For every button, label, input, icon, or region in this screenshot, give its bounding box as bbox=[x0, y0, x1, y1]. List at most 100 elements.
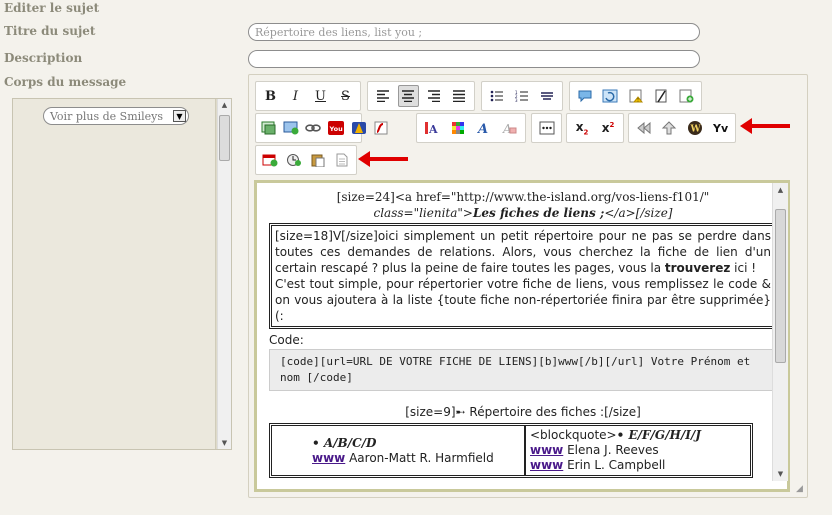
add-page-icon[interactable] bbox=[676, 85, 697, 107]
toolbar-formatting: A A A bbox=[416, 113, 526, 143]
code-block: [code][url=URL DE VOTRE FICHE DE LIENS][… bbox=[269, 349, 777, 391]
insert-image-icon[interactable] bbox=[260, 117, 278, 139]
more-options-icon[interactable] bbox=[536, 117, 557, 139]
toolbar-more bbox=[531, 113, 562, 143]
rewind-icon[interactable] bbox=[633, 117, 655, 139]
toolbar-text-style: B I U S bbox=[255, 81, 361, 111]
youtube-icon[interactable]: You bbox=[326, 117, 346, 139]
upload-image-icon[interactable] bbox=[282, 117, 300, 139]
title-code-a: [size=24]<a href="http://www.the-island.… bbox=[336, 190, 710, 204]
directory-separator: [size=9]➸ Répertoire des fiches :[/size] bbox=[405, 405, 641, 419]
font-tool-icon[interactable]: Yv bbox=[710, 117, 732, 139]
paste-icon[interactable] bbox=[308, 149, 328, 171]
superscript-button[interactable]: x2 bbox=[597, 117, 619, 139]
intro-text-2: ici ! bbox=[730, 261, 757, 275]
scroll-up-icon[interactable]: ▲ bbox=[773, 183, 788, 197]
svg-text:You: You bbox=[329, 125, 344, 133]
message-body-label: Corps du message bbox=[4, 75, 127, 89]
title-code-class: class="lienita"> bbox=[373, 206, 473, 220]
smileys-area: Voir plus de Smileys ▼ bbox=[13, 99, 216, 449]
directory-table: • A/B/C/D www Aaron-Matt R. Harmfield <b… bbox=[269, 423, 753, 478]
toolbar-extras bbox=[255, 145, 357, 175]
strikethrough-button[interactable]: S bbox=[335, 85, 356, 107]
red-arrow-annotation bbox=[740, 118, 790, 134]
description-label: Description bbox=[4, 51, 83, 65]
bold-button[interactable]: B bbox=[260, 85, 281, 107]
svg-text:3: 3 bbox=[515, 98, 518, 102]
svg-text:Yv: Yv bbox=[712, 122, 728, 135]
subject-title-label: Titre du sujet bbox=[4, 24, 96, 38]
svg-text:A: A bbox=[476, 122, 488, 135]
title-code-bold: Les fiches de liens ; bbox=[472, 206, 605, 220]
spoiler-icon[interactable]: ! bbox=[625, 85, 646, 107]
toolbar-misc: W Yv bbox=[628, 113, 736, 143]
description-input[interactable] bbox=[248, 50, 700, 68]
bullet-list-icon[interactable] bbox=[486, 85, 507, 107]
intro-text-bold: trouverez bbox=[664, 261, 731, 275]
justify-icon[interactable] bbox=[449, 85, 471, 107]
subscript-button[interactable]: x2 bbox=[571, 117, 593, 139]
red-arrow-annotation bbox=[358, 151, 408, 167]
table-cell-e-j: <blockquote>• E/F/G/H/I/J www Elena J. R… bbox=[526, 426, 750, 475]
quote-icon[interactable] bbox=[574, 85, 595, 107]
blockquote-tag: <blockquote> bbox=[530, 428, 617, 442]
character-name: Elena J. Reeves bbox=[567, 443, 659, 457]
smileys-scroll-thumb[interactable] bbox=[219, 115, 230, 161]
content-scrollbar[interactable]: ▲ ▼ bbox=[772, 183, 788, 481]
link-icon[interactable] bbox=[304, 117, 322, 139]
horizontal-rule-icon[interactable] bbox=[537, 85, 558, 107]
hide-text-icon[interactable] bbox=[650, 85, 671, 107]
font-icon[interactable]: A bbox=[421, 117, 443, 139]
intro-text-3: C'est tout simple, pour répertorier votr… bbox=[275, 277, 771, 323]
italic-button[interactable]: I bbox=[285, 85, 306, 107]
scroll-down-icon[interactable]: ▼ bbox=[773, 467, 788, 481]
more-smileys-label: Voir plus de Smileys bbox=[50, 110, 164, 123]
scroll-up-icon[interactable]: ▲ bbox=[218, 99, 231, 111]
code-label: Code: bbox=[269, 333, 304, 347]
numbered-list-icon[interactable]: 123 bbox=[511, 85, 532, 107]
title-code-end: </a>[/size] bbox=[604, 206, 673, 220]
dailymotion-icon[interactable] bbox=[350, 117, 368, 139]
character-name: Aaron-Matt R. Harmfield bbox=[349, 451, 494, 465]
document-icon[interactable] bbox=[332, 149, 352, 171]
smileys-scrollbar[interactable]: ▲ ▼ bbox=[217, 99, 231, 449]
flash-icon[interactable] bbox=[372, 117, 390, 139]
edit-subject-heading: Editer le sujet bbox=[4, 1, 100, 15]
intro-box: [size=18]V[/size]oici simplement un peti… bbox=[269, 223, 777, 329]
toolbar-insert: ! bbox=[569, 81, 702, 111]
toolbar-lists: 123 bbox=[481, 81, 563, 111]
remove-format-icon[interactable]: A bbox=[499, 117, 521, 139]
toolbar-media: You bbox=[255, 113, 388, 143]
more-smileys-select[interactable]: Voir plus de Smileys ▼ bbox=[43, 107, 189, 125]
svg-text:W: W bbox=[689, 125, 701, 135]
align-left-icon[interactable] bbox=[372, 85, 394, 107]
section-title-a-d: • A/B/C/D bbox=[312, 436, 377, 450]
character-name: Erin L. Campbell bbox=[567, 458, 666, 472]
section-title-e-j: • E/F/G/H/I/J bbox=[616, 428, 701, 442]
title-code-line: [size=24]<a href="http://www.the-island.… bbox=[269, 189, 777, 221]
color-palette-icon[interactable] bbox=[447, 117, 469, 139]
svg-text:!: ! bbox=[637, 98, 639, 104]
font-size-icon[interactable]: A bbox=[473, 117, 495, 139]
clock-icon[interactable] bbox=[284, 149, 304, 171]
align-center-icon[interactable] bbox=[397, 85, 419, 107]
subject-title-input[interactable]: Répertoire des liens, list you ; bbox=[248, 23, 700, 41]
align-right-icon[interactable] bbox=[423, 85, 445, 107]
calendar-icon[interactable] bbox=[260, 149, 280, 171]
www-link[interactable]: www bbox=[530, 443, 563, 457]
resize-grip-icon[interactable]: ◢ bbox=[796, 484, 803, 494]
underline-button[interactable]: U bbox=[310, 85, 331, 107]
smileys-panel: Voir plus de Smileys ▼ ▲ ▼ bbox=[12, 98, 232, 450]
scroll-down-icon[interactable]: ▼ bbox=[218, 437, 231, 449]
message-content-area[interactable]: [size=24]<a href="http://www.the-island.… bbox=[254, 180, 790, 492]
www-link[interactable]: www bbox=[312, 451, 345, 465]
wikipedia-icon[interactable]: W bbox=[684, 117, 706, 139]
svg-text:A: A bbox=[428, 123, 438, 135]
refresh-icon[interactable] bbox=[599, 85, 620, 107]
www-link[interactable]: www bbox=[530, 458, 563, 472]
chevron-down-icon[interactable]: ▼ bbox=[173, 110, 186, 122]
up-arrow-icon[interactable] bbox=[659, 117, 681, 139]
content-scroll-thumb[interactable] bbox=[775, 209, 786, 363]
table-cell-a-d: • A/B/C/D www Aaron-Matt R. Harmfield bbox=[272, 426, 526, 475]
toolbar-script: x2 x2 bbox=[566, 113, 624, 143]
